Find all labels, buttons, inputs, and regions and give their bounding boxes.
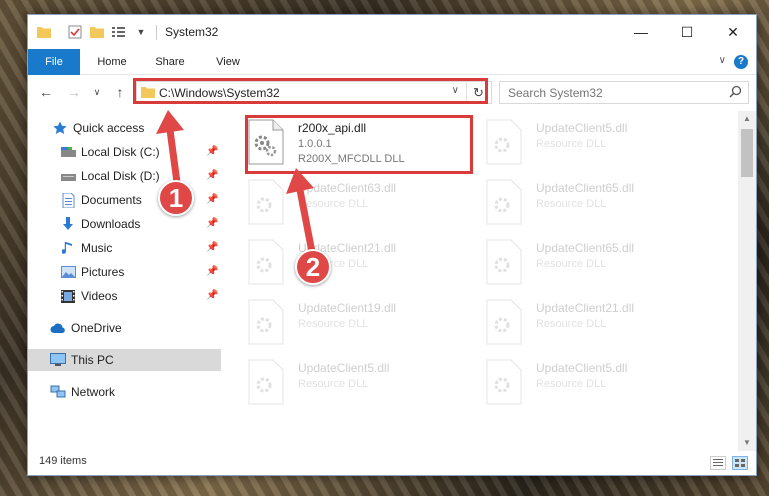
arrow-2-shaft xyxy=(296,189,316,253)
arrow-1-head xyxy=(156,110,184,134)
annotation-arrows xyxy=(156,110,316,253)
arrow-2-head xyxy=(286,168,314,194)
callout-step-1: 1 xyxy=(158,180,194,216)
callout-step-2: 2 xyxy=(295,249,331,285)
